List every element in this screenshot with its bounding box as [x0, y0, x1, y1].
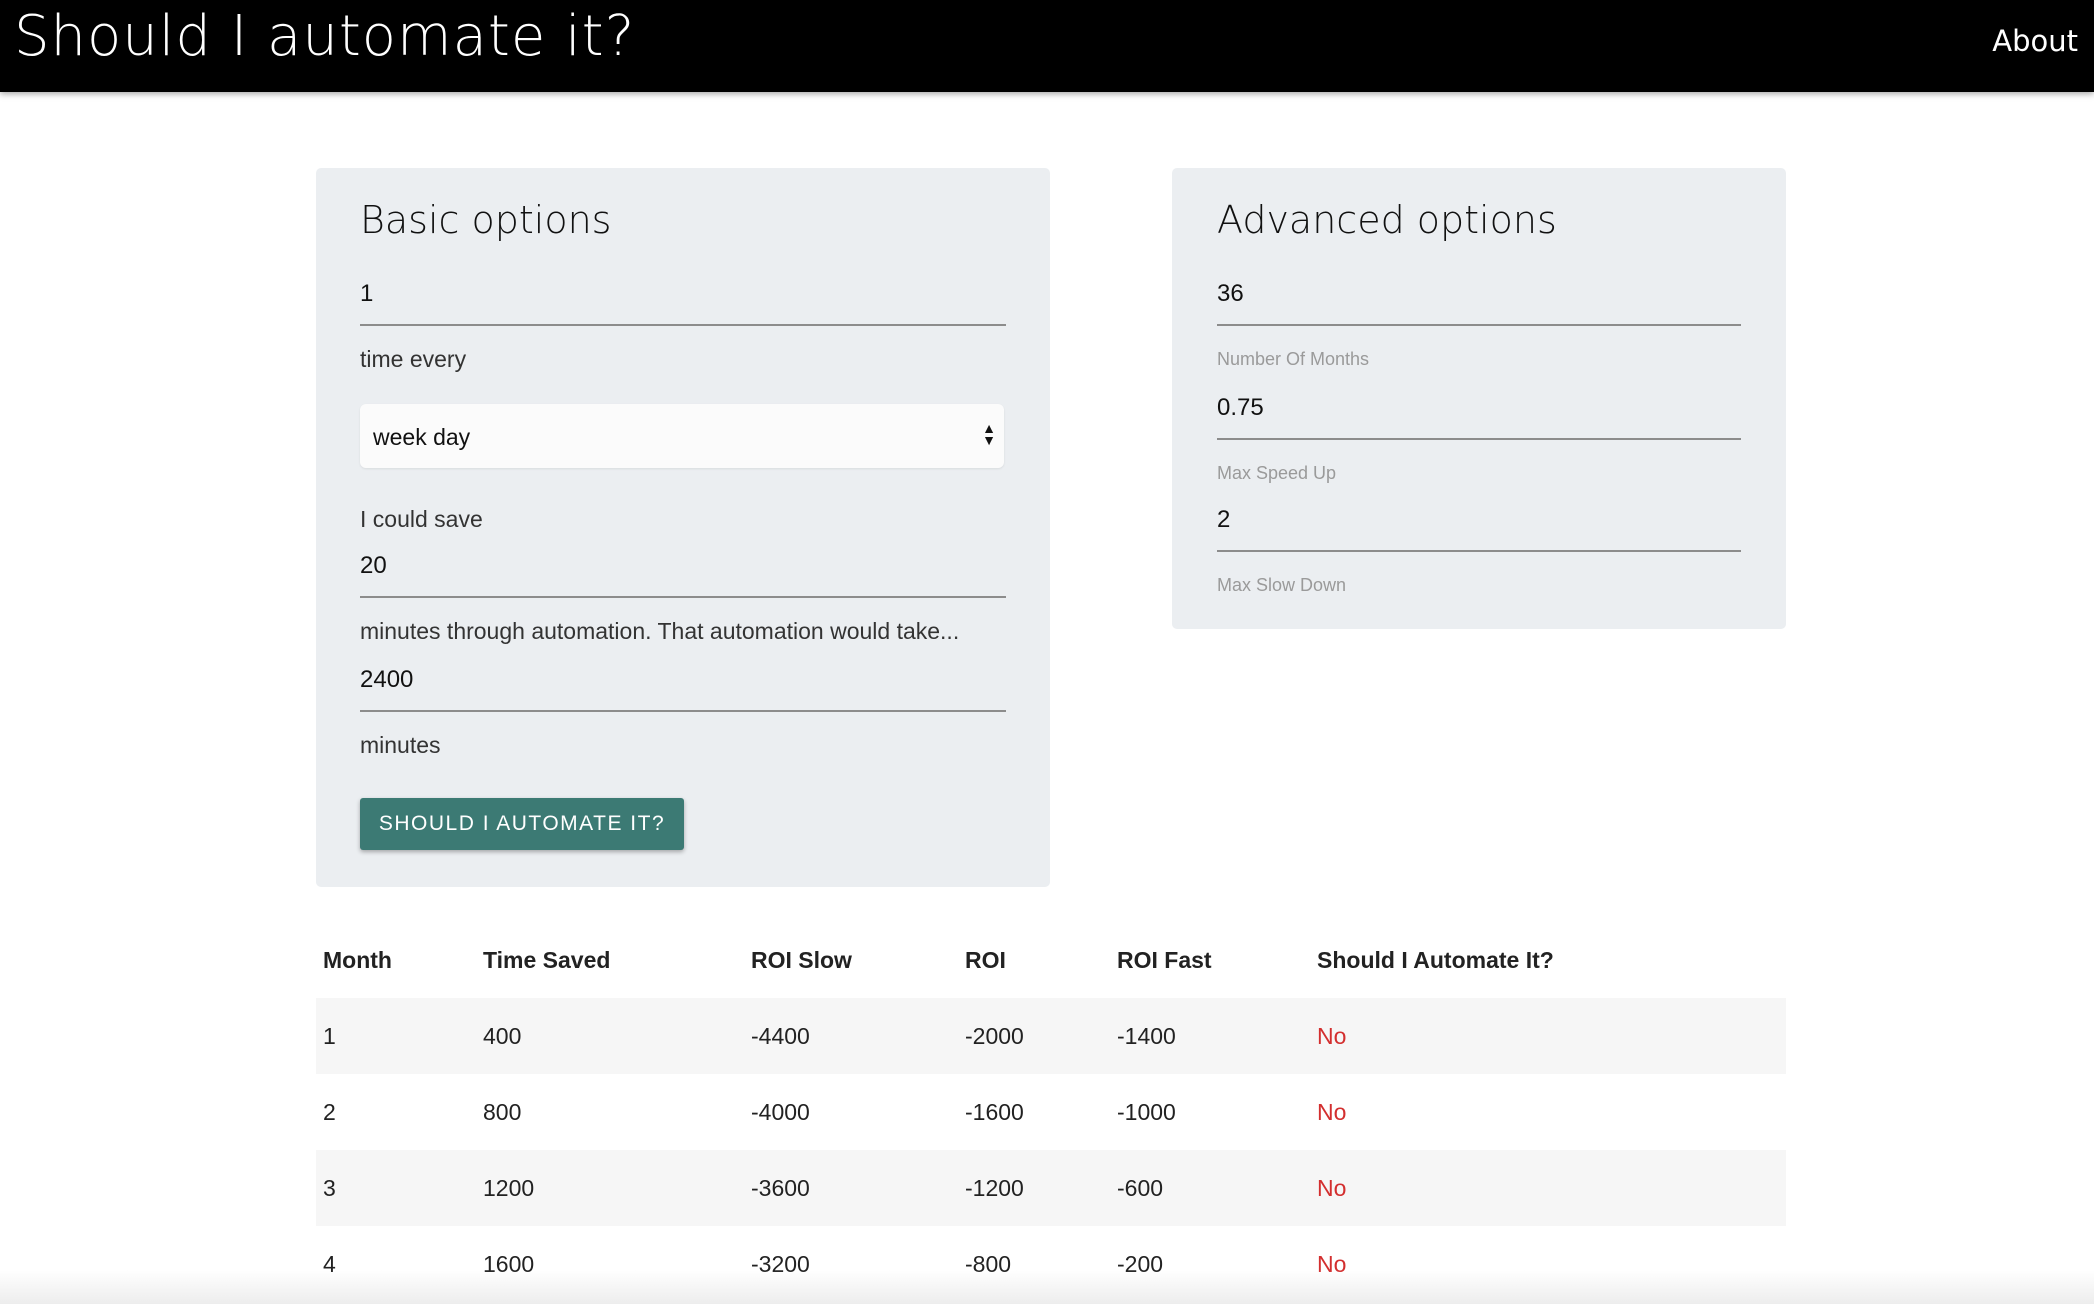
app-title[interactable]: Should I automate it? — [14, 4, 635, 69]
table-row: 1 400 -4400 -2000 -1400 No — [316, 998, 1786, 1074]
header-roi: ROI — [965, 947, 1006, 973]
select-arrows-icon: ▲ ▼ — [982, 420, 996, 448]
months-help: Number Of Months — [1217, 349, 1370, 369]
cell-roi-fast: -1000 — [1117, 1099, 1176, 1125]
max-speed-up-help: Max Speed Up — [1217, 463, 1337, 483]
cell-roi: -1600 — [965, 1099, 1024, 1125]
table-row: 2 800 -4000 -1600 -1000 No — [316, 1074, 1786, 1150]
cell-time-saved: 1200 — [483, 1175, 535, 1201]
cell-verdict: No — [1317, 1023, 1347, 1049]
period-select-value: week day — [373, 424, 471, 450]
top-navbar: Should I automate it? About — [0, 0, 2094, 92]
header-should-automate: Should I Automate It? — [1317, 947, 1554, 973]
cell-roi: -1200 — [965, 1175, 1024, 1201]
basic-options-title: Basic options — [360, 198, 612, 242]
basic-options-card: Basic options time every week day ▲▼ I c… — [316, 168, 1050, 887]
cell-roi-slow: -4000 — [751, 1099, 810, 1125]
max-speed-up-input[interactable] — [1217, 394, 1741, 440]
minutes-label: minutes — [360, 732, 441, 758]
should-i-automate-button[interactable]: SHOULD I AUTOMATE IT? — [360, 798, 684, 850]
max-slow-down-input[interactable] — [1217, 506, 1741, 552]
period-select[interactable]: week day ▲ ▼ — [360, 404, 1004, 468]
automation-take-label: minutes through automation. That automat… — [360, 618, 960, 644]
about-link[interactable]: About — [1992, 24, 2078, 58]
cell-roi-fast: -600 — [1117, 1175, 1164, 1201]
automation-minutes-input[interactable] — [360, 666, 1006, 712]
cell-time-saved: 400 — [483, 1023, 522, 1049]
scroll-fade — [0, 1270, 2094, 1304]
header-month: Month — [323, 947, 392, 973]
results-table: Month Time Saved ROI Slow ROI ROI Fast S… — [316, 922, 1786, 1302]
table-header-row: Month Time Saved ROI Slow ROI ROI Fast S… — [316, 922, 1786, 998]
cell-month: 1 — [323, 1023, 336, 1049]
max-slow-down-help: Max Slow Down — [1217, 575, 1347, 595]
header-time-saved: Time Saved — [483, 947, 611, 973]
cell-roi-slow: -3600 — [751, 1175, 810, 1201]
minutes-saved-input[interactable] — [360, 552, 1006, 598]
header-roi-fast: ROI Fast — [1117, 947, 1212, 973]
advanced-options-card: Advanced options Number Of Months Max Sp… — [1172, 168, 1786, 629]
time-every-label: time every — [360, 346, 467, 372]
times-input[interactable] — [360, 280, 1006, 326]
months-input[interactable] — [1217, 280, 1741, 326]
cell-month: 2 — [323, 1099, 336, 1125]
cell-verdict: No — [1317, 1099, 1347, 1125]
could-save-label: I could save — [360, 506, 483, 532]
cell-time-saved: 800 — [483, 1099, 522, 1125]
table-row: 3 1200 -3600 -1200 -600 No — [316, 1150, 1786, 1226]
header-roi-slow: ROI Slow — [751, 947, 852, 973]
cell-roi-fast: -1400 — [1117, 1023, 1176, 1049]
advanced-options-title: Advanced options — [1217, 198, 1557, 242]
cell-roi: -2000 — [965, 1023, 1024, 1049]
cell-month: 3 — [323, 1175, 336, 1201]
cell-verdict: No — [1317, 1175, 1347, 1201]
cell-roi-slow: -4400 — [751, 1023, 810, 1049]
